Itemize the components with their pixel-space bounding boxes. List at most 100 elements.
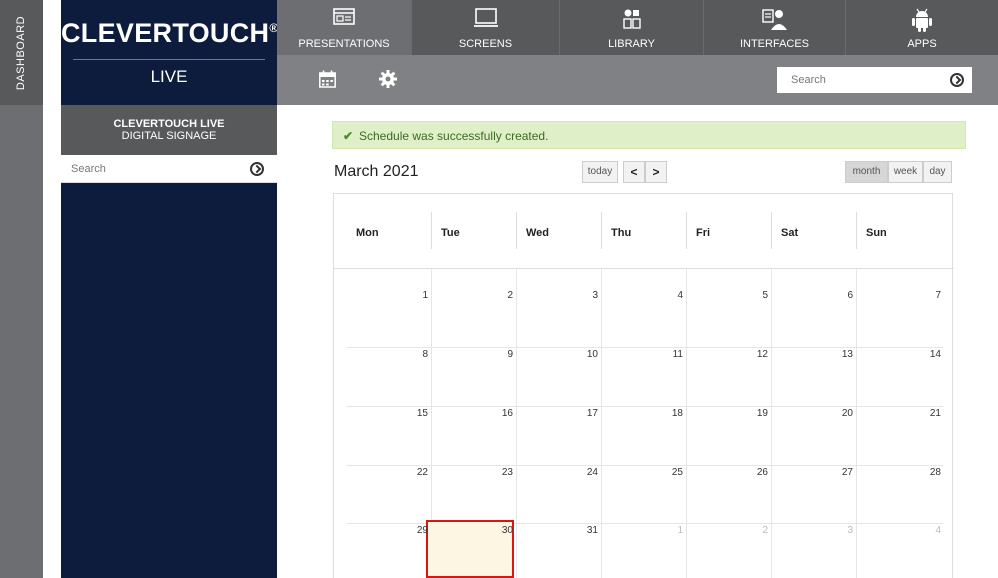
- day-cell[interactable]: 22: [404, 467, 428, 478]
- check-icon: ✔: [343, 129, 354, 143]
- day-cell[interactable]: 17: [574, 408, 598, 419]
- weekday-sat: Sat: [771, 194, 856, 268]
- brand-logo: CLEVERTOUCH® LIVE: [61, 0, 278, 105]
- calendar-icon[interactable]: [319, 70, 336, 88]
- dashboard-toggle[interactable]: DASHBOARD: [0, 0, 43, 105]
- day-cell[interactable]: 26: [744, 467, 768, 478]
- weekday-label: Sat: [781, 227, 799, 239]
- day-cell[interactable]: 14: [917, 349, 941, 360]
- prev-button[interactable]: <: [623, 161, 645, 183]
- day-cell[interactable]: 20: [829, 408, 853, 419]
- day-cell[interactable]: 12: [744, 349, 768, 360]
- toolbar-search-input[interactable]: Search: [777, 67, 972, 93]
- day-cell[interactable]: 28: [917, 467, 941, 478]
- weekday-sun: Sun: [856, 194, 942, 268]
- day-cell[interactable]: 21: [917, 408, 941, 419]
- weekday-thu: Thu: [601, 194, 686, 268]
- brand-name-text: CLEVERTOUCH: [61, 18, 270, 48]
- day-cell[interactable]: 16: [489, 408, 513, 419]
- day-cell[interactable]: 11: [659, 349, 683, 360]
- interfaces-icon: [761, 9, 787, 30]
- day-cell[interactable]: 3: [574, 290, 598, 301]
- row-divider: [346, 406, 943, 407]
- view-week-button[interactable]: week: [888, 161, 923, 183]
- day-cell[interactable]: 13: [829, 349, 853, 360]
- day-cell[interactable]: 5: [744, 290, 768, 301]
- column-divider: [516, 269, 517, 578]
- day-cell[interactable]: 1: [404, 290, 428, 301]
- day-cell-selected[interactable]: 30: [489, 525, 513, 536]
- day-cell[interactable]: 31: [574, 525, 598, 536]
- calendar-title: March 2021: [334, 163, 419, 180]
- day-cell[interactable]: 19: [744, 408, 768, 419]
- day-cell[interactable]: 10: [574, 349, 598, 360]
- presentation-icon: [333, 8, 355, 25]
- weekday-label: Sun: [866, 227, 887, 239]
- tab-presentations-label: PRESENTATIONS: [298, 38, 390, 50]
- weekday-label: Fri: [696, 227, 711, 239]
- toolbar: Search: [277, 55, 998, 105]
- top-nav: PRESENTATIONS SCREENS LIBRARY INTERFACES: [277, 0, 998, 55]
- day-cell[interactable]: 27: [829, 467, 853, 478]
- column-divider: [601, 269, 602, 578]
- go-icon[interactable]: [250, 162, 264, 176]
- dashboard-label: DASHBOARD: [15, 15, 28, 90]
- weekday-label: Wed: [526, 227, 550, 239]
- day-cell[interactable]: 9: [489, 349, 513, 360]
- tab-interfaces-label: INTERFACES: [739, 38, 810, 50]
- tab-screens[interactable]: SCREENS: [412, 0, 559, 55]
- go-icon[interactable]: [950, 73, 964, 87]
- tab-library[interactable]: LIBRARY: [560, 0, 703, 55]
- today-button[interactable]: today: [582, 161, 618, 183]
- sidebar-search-placeholder: Search: [71, 163, 106, 175]
- day-cell-next-month[interactable]: 4: [917, 525, 941, 536]
- android-icon: [912, 8, 932, 32]
- day-cell[interactable]: 29: [404, 525, 428, 536]
- weekday-tue: Tue: [431, 194, 516, 268]
- weekday-header: Mon Tue Wed Thu Fri Sat Sun: [334, 194, 954, 269]
- day-cell[interactable]: 8: [404, 349, 428, 360]
- column-divider: [771, 269, 772, 578]
- tab-apps-label: APPS: [907, 38, 937, 50]
- column-divider: [686, 269, 687, 578]
- view-day-button[interactable]: day: [923, 161, 952, 183]
- tab-interfaces[interactable]: INTERFACES: [704, 0, 845, 55]
- weekday-fri: Fri: [686, 194, 771, 268]
- weekday-label: Thu: [611, 227, 632, 239]
- day-cell[interactable]: 24: [574, 467, 598, 478]
- day-cell[interactable]: 18: [659, 408, 683, 419]
- tab-presentations[interactable]: PRESENTATIONS: [277, 0, 411, 55]
- sidebar-header: CLEVERTOUCH LIVE DIGITAL SIGNAGE: [61, 105, 277, 155]
- sidebar-title: CLEVERTOUCH LIVE: [113, 118, 225, 130]
- column-divider: [856, 269, 857, 578]
- day-cell-next-month[interactable]: 2: [744, 525, 768, 536]
- gear-icon[interactable]: [379, 70, 397, 88]
- sidebar-search-input[interactable]: Search: [61, 155, 277, 183]
- weekday-wed: Wed: [516, 194, 601, 268]
- view-month-button[interactable]: month: [845, 161, 888, 183]
- day-cell[interactable]: 6: [829, 290, 853, 301]
- tab-screens-label: SCREENS: [458, 38, 513, 50]
- weekday-mon: Mon: [346, 194, 431, 268]
- day-cell-next-month[interactable]: 1: [659, 525, 683, 536]
- tab-apps[interactable]: APPS: [846, 0, 998, 55]
- tab-library-label: LIBRARY: [608, 38, 655, 50]
- sidebar-list: [61, 183, 277, 578]
- weekday-label: Mon: [356, 227, 379, 239]
- day-cell[interactable]: 7: [917, 290, 941, 301]
- alert-message: Schedule was successfully created.: [359, 129, 549, 143]
- toolbar-search-placeholder: Search: [791, 74, 826, 86]
- sidebar-subtitle: DIGITAL SIGNAGE: [121, 130, 217, 142]
- day-cell[interactable]: 2: [489, 290, 513, 301]
- brand-name: CLEVERTOUCH®: [61, 18, 278, 49]
- brand-divider: [73, 59, 265, 60]
- day-cell[interactable]: 15: [404, 408, 428, 419]
- day-cell[interactable]: 23: [489, 467, 513, 478]
- day-cell-next-month[interactable]: 3: [829, 525, 853, 536]
- next-button[interactable]: >: [645, 161, 667, 183]
- row-divider: [346, 347, 943, 348]
- day-cell[interactable]: 25: [659, 467, 683, 478]
- brand-sub: LIVE: [150, 67, 188, 86]
- day-cell[interactable]: 4: [659, 290, 683, 301]
- success-alert: ✔ Schedule was successfully created.: [332, 121, 966, 149]
